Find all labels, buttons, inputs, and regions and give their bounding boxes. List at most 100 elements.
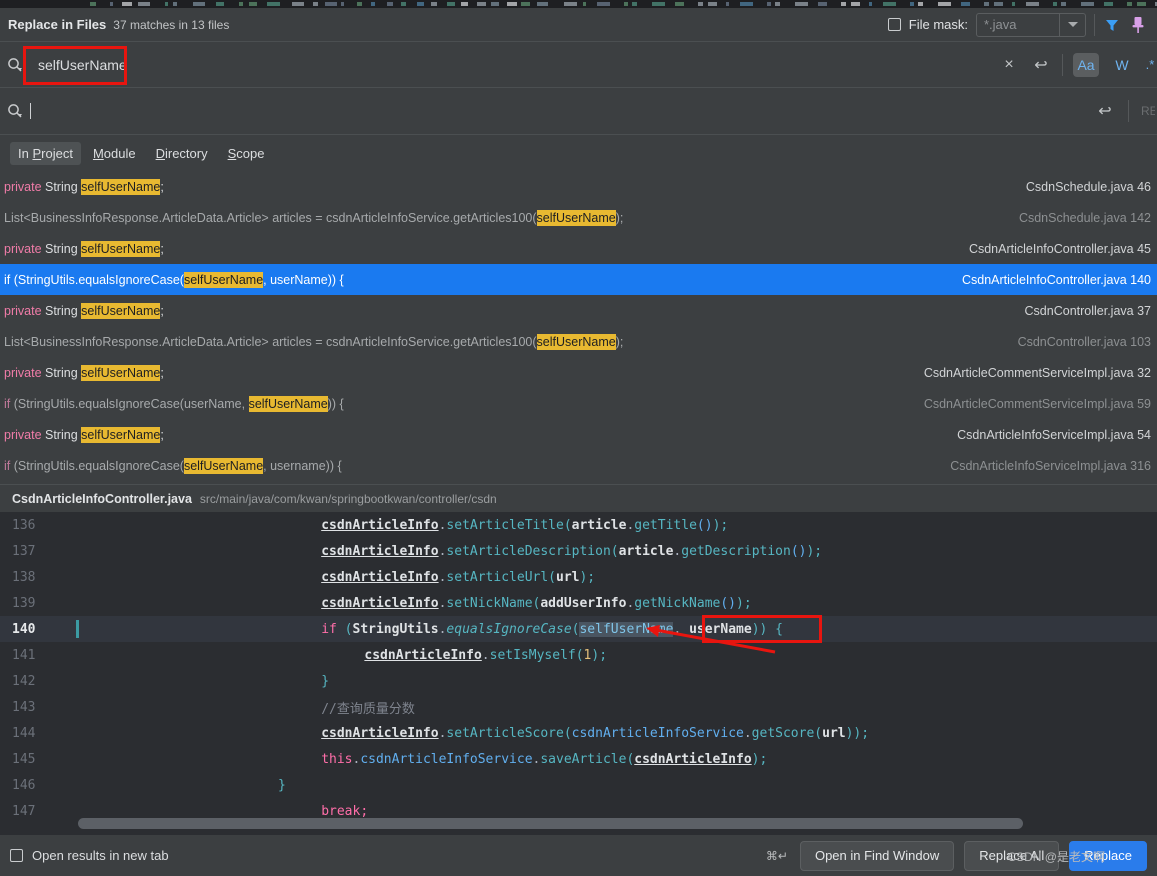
- open-in-find-window-button[interactable]: Open in Find Window: [799, 840, 955, 871]
- code-fragment: private: [4, 179, 45, 194]
- code-line[interactable]: 145 this.csdnArticleInfoService.saveArtic…: [0, 746, 1157, 772]
- code-token: );: [712, 517, 729, 533]
- selected-token: selfUserName: [579, 621, 674, 637]
- match-case-toggle[interactable]: Aa: [1073, 52, 1099, 77]
- scope-tab-module[interactable]: Module: [85, 142, 144, 165]
- csdn-watermark: CSDN @是老文啊: [1007, 850, 1105, 864]
- code-line[interactable]: 139 csdnArticleInfo.setNickName(addUserIn…: [0, 590, 1157, 616]
- scope-tab-in-project[interactable]: In Project: [10, 141, 81, 165]
- code-line[interactable]: 141 csdnArticleInfo.setIsMyself(1);: [0, 642, 1157, 668]
- code-token: (: [344, 621, 353, 637]
- code-line[interactable]: 143 //查询质量分数: [0, 694, 1157, 720]
- code-token: csdnArticleInfo: [321, 725, 439, 741]
- file-mask-value[interactable]: *.java: [977, 14, 1059, 36]
- code-token: getDescription: [681, 543, 791, 559]
- pin-icon[interactable]: [1129, 15, 1147, 35]
- match-highlight: selfUserName: [81, 364, 161, 381]
- line-number: 138: [12, 569, 36, 585]
- code-token: (: [814, 725, 823, 741]
- code-token: (: [563, 517, 572, 533]
- result-row[interactable]: List<BusinessInfoResponse.ArticleData.Ar…: [0, 202, 1157, 233]
- code-line[interactable]: 140 if (StringUtils.equalsIgnoreCase(self…: [0, 616, 1157, 642]
- code-token: url: [556, 569, 580, 585]
- code-fragment: private: [4, 303, 45, 318]
- code-token: (: [563, 725, 572, 741]
- dialog-header: Replace in Files 37 matches in 13 files …: [0, 8, 1157, 42]
- code-line-text: csdnArticleInfo.setArticleUrl(url);: [62, 570, 595, 585]
- code-fragment: );: [615, 334, 624, 349]
- search-input-value[interactable]: selfUserName: [30, 57, 127, 73]
- result-code-snippet: List<BusinessInfoResponse.ArticleData.Ar…: [4, 209, 624, 226]
- code-token: );: [579, 569, 596, 585]
- code-token: StringUtils: [352, 621, 439, 637]
- scope-tab-directory[interactable]: Directory: [148, 142, 216, 165]
- result-code-snippet: private String selfUserName;: [4, 426, 164, 443]
- regex-toggle[interactable]: .*: [1145, 53, 1155, 77]
- code-token: article: [571, 517, 627, 533]
- code-token: csdnArticleInfo: [321, 569, 439, 585]
- code-token: (): [720, 595, 737, 611]
- code-line-text: }: [62, 778, 286, 793]
- code-line-text: break;: [62, 804, 368, 819]
- match-highlight: selfUserName: [183, 457, 264, 474]
- replace-search-icon[interactable]: [0, 103, 30, 119]
- search-history-icon[interactable]: ↩: [1030, 54, 1052, 76]
- scope-tab-label: In Project: [18, 145, 73, 161]
- code-token: url: [822, 725, 846, 741]
- line-number: 137: [12, 543, 36, 559]
- scope-tabs: In Project Module Directory Scope: [0, 135, 1157, 171]
- line-number: 140: [12, 621, 36, 637]
- horizontal-scrollbar[interactable]: [78, 818, 1023, 829]
- code-line[interactable]: 137 csdnArticleInfo.setArticleDescription…: [0, 538, 1157, 564]
- code-line[interactable]: 146}: [0, 772, 1157, 798]
- match-highlight: selfUserName: [536, 333, 616, 350]
- open-results-checkbox[interactable]: [10, 849, 23, 862]
- result-row[interactable]: private String selfUserName; CsdnArticleC…: [0, 357, 1157, 388]
- clear-search-icon[interactable]: ×: [998, 54, 1020, 76]
- code-token: csdnArticleInfo: [364, 647, 482, 663]
- replace-input[interactable]: [30, 89, 50, 133]
- match-highlight: selfUserName: [536, 209, 616, 226]
- file-mask-combobox[interactable]: *.java: [976, 12, 1086, 37]
- chevron-down-icon[interactable]: [1059, 13, 1085, 36]
- code-token: if: [321, 621, 345, 637]
- search-icon[interactable]: [0, 57, 30, 73]
- code-token: .: [743, 725, 752, 741]
- code-token: (: [610, 543, 619, 559]
- code-line[interactable]: 142}: [0, 668, 1157, 694]
- line-number: 144: [12, 725, 36, 741]
- code-line[interactable]: 144 csdnArticleInfo.setArticleScore(csdnA…: [0, 720, 1157, 746]
- file-mask-checkbox[interactable]: [887, 18, 901, 31]
- result-row[interactable]: if (StringUtils.equalsIgnoreCase(userNam…: [0, 388, 1157, 419]
- code-line[interactable]: 136 csdnArticleInfo.setArticleTitle(artic…: [0, 512, 1157, 538]
- whole-words-toggle[interactable]: W: [1109, 53, 1135, 77]
- code-fragment: );: [615, 210, 624, 225]
- result-row[interactable]: private String selfUserName; CsdnArticleI…: [0, 233, 1157, 264]
- filter-icon[interactable]: [1103, 16, 1121, 34]
- result-row[interactable]: private String selfUserName; CsdnArticleI…: [0, 419, 1157, 450]
- search-input[interactable]: selfUserName: [30, 43, 998, 87]
- caret-marker: [76, 620, 79, 638]
- line-number: 142: [12, 673, 36, 689]
- result-row[interactable]: private String selfUserName; CsdnSchedule…: [0, 171, 1157, 202]
- page-title: Replace in Files: [8, 17, 107, 32]
- code-fragment: if: [4, 458, 14, 473]
- scope-tab-scope[interactable]: Scope: [220, 142, 273, 165]
- result-row[interactable]: List<BusinessInfoResponse.ArticleData.Ar…: [0, 326, 1157, 357]
- preserve-case-toggle[interactable]: RE: [1141, 104, 1155, 118]
- line-number: 147: [12, 803, 36, 819]
- background-ide-strip: [0, 0, 1157, 8]
- match-highlight: selfUserName: [81, 302, 161, 319]
- replace-history-icon[interactable]: ↩: [1094, 100, 1116, 122]
- code-fragment: private: [4, 365, 45, 380]
- search-results-list[interactable]: private String selfUserName; CsdnSchedule…: [0, 171, 1157, 484]
- result-row[interactable]: private String selfUserName; CsdnControll…: [0, 295, 1157, 326]
- code-preview[interactable]: 136 csdnArticleInfo.setArticleTitle(artic…: [0, 512, 1157, 835]
- code-line-text: csdnArticleInfo.setArticleScore(csdnArti…: [62, 726, 869, 741]
- result-row[interactable]: if (StringUtils.equalsIgnoreCase(selfUse…: [0, 264, 1157, 295]
- code-token: csdnArticleInfo: [321, 517, 439, 533]
- code-line[interactable]: 138 csdnArticleInfo.setArticleUrl(url);: [0, 564, 1157, 590]
- result-row[interactable]: if (StringUtils.equalsIgnoreCase(selfUse…: [0, 450, 1157, 481]
- result-code-snippet: if (StringUtils.equalsIgnoreCase(selfUse…: [4, 457, 342, 474]
- code-fragment: , username)) {: [263, 458, 342, 473]
